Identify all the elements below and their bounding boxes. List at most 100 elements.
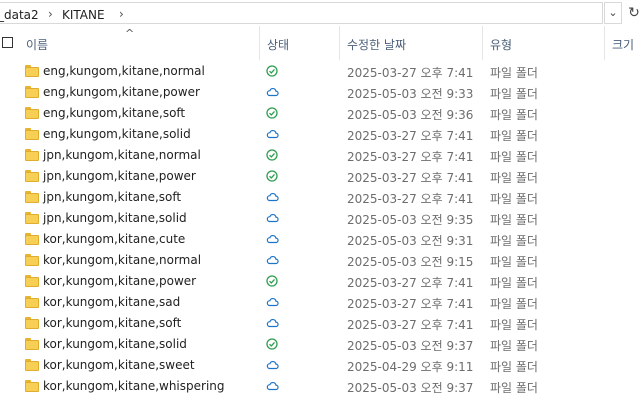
item-name: jpn,kungom,kitane,normal bbox=[43, 148, 201, 162]
cloud-icon bbox=[266, 191, 279, 203]
item-type: 파일 폴더 bbox=[490, 192, 538, 206]
item-type: 파일 폴더 bbox=[490, 66, 538, 80]
item-date: 2025-05-03 오전 9:31 bbox=[347, 234, 474, 248]
cloud-icon bbox=[266, 296, 279, 308]
chevron-right-icon[interactable]: › bbox=[48, 7, 53, 21]
list-item[interactable]: kor,kungom,kitane,normal 2025-05-03 오전 9… bbox=[0, 250, 644, 271]
cloud-icon bbox=[266, 128, 279, 140]
item-type: 파일 폴더 bbox=[490, 339, 538, 353]
item-name: kor,kungom,kitane,solid bbox=[43, 337, 187, 351]
cloud-icon bbox=[266, 86, 279, 98]
column-header-size[interactable]: 크기 bbox=[612, 36, 634, 53]
list-item[interactable]: eng,kungom,kitane,power 2025-05-03 오전 9:… bbox=[0, 82, 644, 103]
select-all-checkbox[interactable] bbox=[2, 37, 13, 48]
item-date: 2025-04-29 오후 9:11 bbox=[347, 360, 474, 374]
item-name: eng,kungom,kitane,power bbox=[43, 85, 200, 99]
item-type: 파일 폴더 bbox=[490, 129, 538, 143]
folder-icon bbox=[25, 149, 39, 161]
column-divider[interactable] bbox=[604, 26, 605, 60]
folder-icon bbox=[25, 128, 39, 140]
list-item[interactable]: kor,kungom,kitane,solid 2025-05-03 오전 9:… bbox=[0, 334, 644, 355]
folder-icon bbox=[25, 338, 39, 350]
folder-icon bbox=[25, 170, 39, 182]
folder-icon bbox=[25, 275, 39, 287]
sync-check-icon bbox=[266, 338, 278, 350]
list-item[interactable]: kor,kungom,kitane,power 2025-03-27 오후 7:… bbox=[0, 271, 644, 292]
item-name: kor,kungom,kitane,sweet bbox=[43, 358, 195, 372]
item-type: 파일 폴더 bbox=[490, 255, 538, 269]
folder-icon bbox=[25, 212, 39, 224]
address-dropdown-button[interactable]: ⌄ bbox=[604, 2, 622, 24]
breadcrumb-kitane[interactable]: KITANE bbox=[62, 8, 105, 22]
folder-icon bbox=[25, 380, 39, 392]
item-name: eng,kungom,kitane,normal bbox=[43, 64, 205, 78]
folder-icon bbox=[25, 65, 39, 77]
folder-icon bbox=[25, 233, 39, 245]
folder-icon bbox=[25, 296, 39, 308]
refresh-icon: ↻ bbox=[628, 5, 640, 21]
cloud-icon bbox=[266, 317, 279, 329]
item-type: 파일 폴더 bbox=[490, 318, 538, 332]
list-item[interactable]: jpn,kungom,kitane,power 2025-03-27 오후 7:… bbox=[0, 166, 644, 187]
list-item[interactable]: eng,kungom,kitane,soft 2025-05-03 오전 9:3… bbox=[0, 103, 644, 124]
item-name: jpn,kungom,kitane,power bbox=[43, 169, 196, 183]
item-name: kor,kungom,kitane,cute bbox=[43, 232, 186, 246]
item-type: 파일 폴더 bbox=[490, 150, 538, 164]
list-item[interactable]: jpn,kungom,kitane,solid 2025-05-03 오전 9:… bbox=[0, 208, 644, 229]
list-item[interactable]: kor,kungom,kitane,whispering 2025-05-03 … bbox=[0, 376, 644, 397]
item-date: 2025-03-27 오후 7:41 bbox=[347, 129, 474, 143]
item-date: 2025-05-03 오전 9:37 bbox=[347, 339, 474, 353]
column-header-date[interactable]: 수정한 날짜 bbox=[347, 36, 406, 53]
column-header-type[interactable]: 유형 bbox=[490, 36, 512, 53]
column-divider[interactable] bbox=[259, 26, 260, 60]
column-divider[interactable] bbox=[482, 26, 483, 60]
item-date: 2025-03-27 오후 7:41 bbox=[347, 66, 474, 80]
chevron-right-icon[interactable]: › bbox=[119, 7, 124, 21]
item-type: 파일 폴더 bbox=[490, 381, 538, 395]
item-type: 파일 폴더 bbox=[490, 87, 538, 101]
list-item[interactable]: eng,kungom,kitane,solid 2025-03-27 오후 7:… bbox=[0, 124, 644, 145]
list-item[interactable]: jpn,kungom,kitane,normal 2025-03-27 오후 7… bbox=[0, 145, 644, 166]
item-type: 파일 폴더 bbox=[490, 213, 538, 227]
cloud-icon bbox=[266, 359, 279, 371]
item-name: eng,kungom,kitane,solid bbox=[43, 127, 191, 141]
chevron-down-icon: ⌄ bbox=[608, 6, 618, 19]
list-item[interactable]: jpn,kungom,kitane,soft 2025-03-27 오후 7:4… bbox=[0, 187, 644, 208]
list-item[interactable]: kor,kungom,kitane,soft 2025-03-27 오후 7:4… bbox=[0, 313, 644, 334]
folder-icon bbox=[25, 359, 39, 371]
column-header: ^ 이름 상태 수정한 날짜 유형 크기 bbox=[0, 26, 644, 60]
address-box[interactable]: _data2 › KITANE › bbox=[0, 2, 603, 24]
cloud-icon bbox=[266, 254, 279, 266]
item-type: 파일 폴더 bbox=[490, 276, 538, 290]
item-name: kor,kungom,kitane,sad bbox=[43, 295, 181, 309]
list-item[interactable]: kor,kungom,kitane,cute 2025-05-03 오전 9:3… bbox=[0, 229, 644, 250]
item-date: 2025-05-03 오전 9:15 bbox=[347, 255, 474, 269]
item-name: jpn,kungom,kitane,soft bbox=[43, 190, 182, 204]
item-date: 2025-03-27 오후 7:41 bbox=[347, 276, 474, 290]
folder-icon bbox=[25, 86, 39, 98]
list-item[interactable]: eng,kungom,kitane,normal 2025-03-27 오후 7… bbox=[0, 61, 644, 82]
refresh-button[interactable]: ↻ bbox=[624, 2, 644, 24]
item-type: 파일 폴더 bbox=[490, 234, 538, 248]
item-name: eng,kungom,kitane,soft bbox=[43, 106, 186, 120]
folder-icon bbox=[25, 191, 39, 203]
column-divider[interactable] bbox=[339, 26, 340, 60]
item-name: kor,kungom,kitane,whispering bbox=[43, 379, 225, 393]
address-bar: _data2 › KITANE › ⌄ ↻ bbox=[0, 0, 644, 26]
column-header-status[interactable]: 상태 bbox=[267, 36, 289, 53]
item-date: 2025-05-03 오전 9:36 bbox=[347, 108, 474, 122]
column-header-name[interactable]: 이름 bbox=[26, 36, 48, 53]
sync-check-icon bbox=[266, 170, 278, 182]
breadcrumb-data2[interactable]: _data2 bbox=[0, 8, 39, 22]
item-date: 2025-03-27 오후 7:41 bbox=[347, 171, 474, 185]
item-type: 파일 폴더 bbox=[490, 108, 538, 122]
list-item[interactable]: kor,kungom,kitane,sad 2025-03-27 오후 7:41… bbox=[0, 292, 644, 313]
sync-check-icon bbox=[266, 65, 278, 77]
item-date: 2025-03-27 오후 7:41 bbox=[347, 318, 474, 332]
cloud-icon bbox=[266, 380, 279, 392]
folder-icon bbox=[25, 254, 39, 266]
list-item[interactable]: kor,kungom,kitane,sweet 2025-04-29 오후 9:… bbox=[0, 355, 644, 376]
sort-ascending-icon: ^ bbox=[125, 27, 135, 40]
sync-check-icon bbox=[266, 149, 278, 161]
item-date: 2025-05-03 오전 9:33 bbox=[347, 87, 474, 101]
